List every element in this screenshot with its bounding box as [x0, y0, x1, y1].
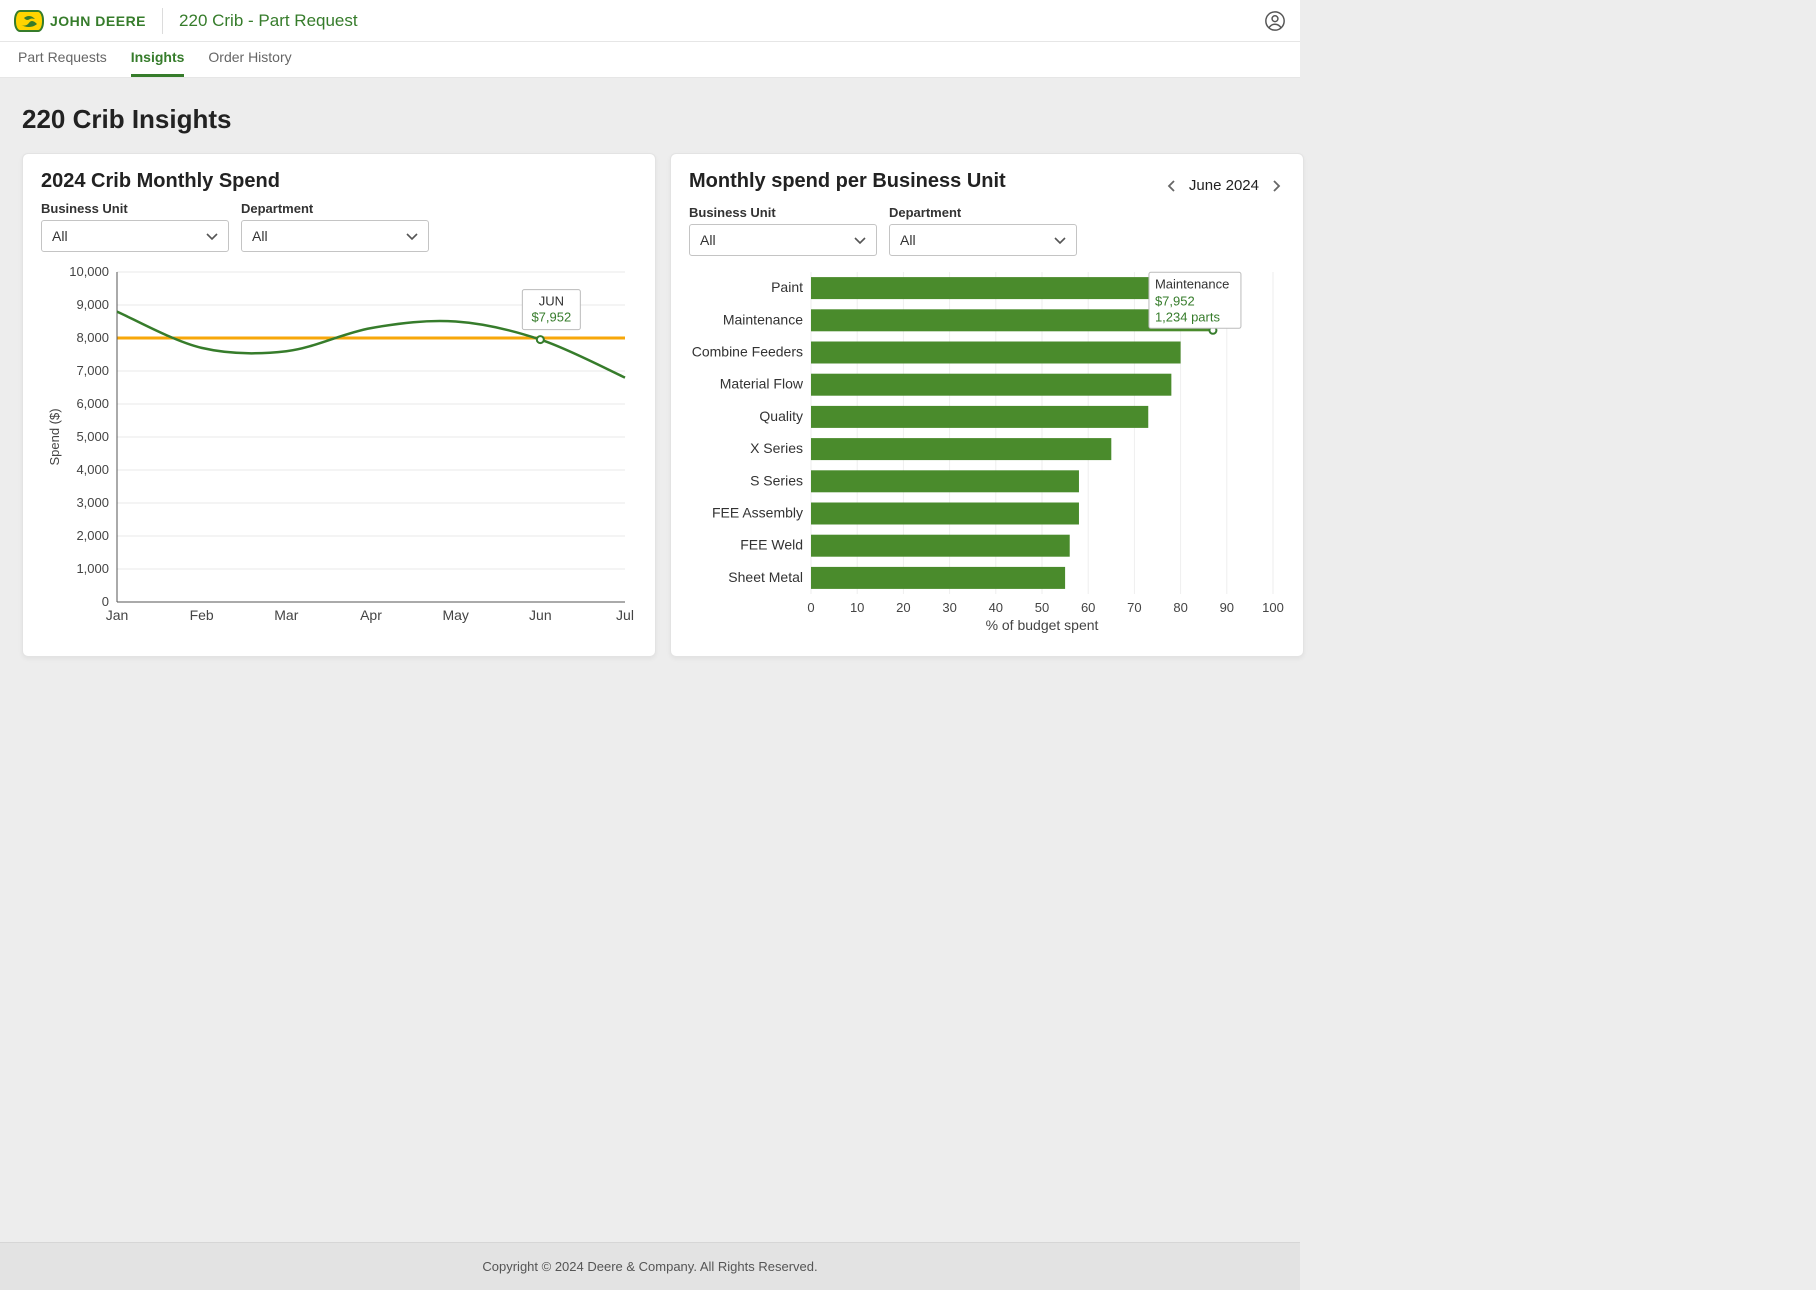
- svg-text:Combine Feeders: Combine Feeders: [692, 344, 803, 360]
- chevron-down-icon: [204, 228, 220, 244]
- svg-text:60: 60: [1081, 600, 1095, 615]
- page-title: 220 Crib Insights: [22, 104, 1278, 135]
- svg-text:5,000: 5,000: [76, 429, 109, 444]
- svg-text:3,000: 3,000: [76, 495, 109, 510]
- svg-text:10,000: 10,000: [69, 264, 109, 279]
- footer-copyright: Copyright © 2024 Deere & Company. All Ri…: [482, 1259, 817, 1274]
- svg-text:50: 50: [1035, 600, 1049, 615]
- svg-text:80: 80: [1173, 600, 1187, 615]
- brand-text: JOHN DEERE: [50, 13, 146, 29]
- svg-text:6,000: 6,000: [76, 396, 109, 411]
- svg-text:10: 10: [850, 600, 864, 615]
- spend-dept-filter: Department All: [241, 201, 429, 252]
- bu-dept-filter-select[interactable]: All: [889, 224, 1077, 256]
- svg-text:FEE Assembly: FEE Assembly: [712, 505, 803, 521]
- card-bu-spend-title: Monthly spend per Business Unit: [689, 170, 1006, 193]
- svg-text:Material Flow: Material Flow: [720, 376, 804, 392]
- bu-chart-svg: 0 10 20 30 40 50 60 70 80 90 100 % of budget spent P…: [689, 266, 1285, 636]
- bu-bu-filter-label: Business Unit: [689, 205, 877, 220]
- user-account-icon[interactable]: [1264, 10, 1286, 32]
- svg-text:Spend ($): Spend ($): [47, 408, 62, 465]
- spend-bu-filter: Business Unit All: [41, 201, 229, 252]
- spend-chart-svg: 01,0002,0003,0004,0005,0006,0007,0008,00…: [41, 262, 637, 632]
- svg-text:JUN: JUN: [539, 294, 564, 309]
- chevron-down-icon: [852, 232, 868, 248]
- svg-text:$7,952: $7,952: [1155, 293, 1195, 308]
- svg-text:Jan: Jan: [106, 607, 129, 623]
- svg-text:Maintenance: Maintenance: [723, 311, 803, 327]
- chevron-left-icon[interactable]: [1163, 177, 1181, 195]
- bu-dept-filter-label: Department: [889, 205, 1077, 220]
- bu-bu-filter-select[interactable]: All: [689, 224, 877, 256]
- spend-dept-filter-label: Department: [241, 201, 429, 216]
- app-title: 220 Crib - Part Request: [179, 11, 358, 31]
- card-bu-spend: Monthly spend per Business Unit June 202…: [670, 153, 1304, 657]
- svg-text:Jun: Jun: [529, 607, 552, 623]
- svg-text:% of budget spent: % of budget spent: [986, 617, 1099, 633]
- svg-text:X Series: X Series: [750, 440, 803, 456]
- spend-dept-filter-select[interactable]: All: [241, 220, 429, 252]
- tab-bar: Part Requests Insights Order History: [0, 42, 1300, 78]
- svg-text:1,234 parts: 1,234 parts: [1155, 309, 1221, 324]
- header-divider: [162, 8, 163, 34]
- bu-bu-filter: Business Unit All: [689, 205, 877, 256]
- svg-text:Maintenance: Maintenance: [1155, 276, 1229, 291]
- tab-order-history[interactable]: Order History: [208, 41, 291, 77]
- spend-bu-filter-select[interactable]: All: [41, 220, 229, 252]
- spend-dept-filter-value: All: [252, 228, 268, 244]
- chevron-down-icon: [1052, 232, 1068, 248]
- spend-bu-filter-value: All: [52, 228, 68, 244]
- month-selector-label: June 2024: [1189, 177, 1259, 194]
- footer: Copyright © 2024 Deere & Company. All Ri…: [0, 1242, 1300, 1290]
- svg-text:FEE Weld: FEE Weld: [740, 537, 803, 553]
- svg-text:0: 0: [807, 600, 814, 615]
- spend-bu-filter-label: Business Unit: [41, 201, 229, 216]
- bu-bu-filter-value: All: [700, 232, 716, 248]
- bu-dept-filter: Department All: [889, 205, 1077, 256]
- svg-text:Quality: Quality: [759, 408, 803, 424]
- chevron-down-icon: [404, 228, 420, 244]
- svg-text:Mar: Mar: [274, 607, 298, 623]
- spend-chart: 01,0002,0003,0004,0005,0006,0007,0008,00…: [41, 262, 637, 632]
- cards-row: 2024 Crib Monthly Spend Business Unit Al…: [22, 153, 1278, 657]
- svg-text:20: 20: [896, 600, 910, 615]
- deer-icon: [14, 10, 44, 32]
- svg-text:$7,952: $7,952: [531, 310, 571, 325]
- svg-text:7,000: 7,000: [76, 363, 109, 378]
- card-monthly-spend-title: 2024 Crib Monthly Spend: [41, 170, 637, 193]
- tab-part-requests[interactable]: Part Requests: [18, 41, 107, 77]
- svg-text:S Series: S Series: [750, 472, 803, 488]
- svg-text:100: 100: [1262, 600, 1284, 615]
- month-selector: June 2024: [1163, 177, 1285, 195]
- brand-logo: JOHN DEERE: [14, 10, 146, 32]
- svg-text:1,000: 1,000: [76, 561, 109, 576]
- svg-text:2,000: 2,000: [76, 528, 109, 543]
- svg-text:Apr: Apr: [360, 607, 382, 623]
- svg-text:Paint: Paint: [771, 279, 803, 295]
- svg-text:8,000: 8,000: [76, 330, 109, 345]
- page: 220 Crib Insights 2024 Crib Monthly Spen…: [0, 78, 1300, 1242]
- svg-text:70: 70: [1127, 600, 1141, 615]
- svg-text:Jul: Jul: [616, 607, 634, 623]
- chevron-right-icon[interactable]: [1267, 177, 1285, 195]
- svg-text:Sheet Metal: Sheet Metal: [728, 569, 803, 585]
- svg-text:30: 30: [942, 600, 956, 615]
- svg-text:90: 90: [1220, 600, 1234, 615]
- bu-dept-filter-value: All: [900, 232, 916, 248]
- svg-text:4,000: 4,000: [76, 462, 109, 477]
- svg-text:May: May: [442, 607, 468, 623]
- spend-filters: Business Unit All Department All: [41, 201, 637, 252]
- svg-text:9,000: 9,000: [76, 297, 109, 312]
- bu-chart: 0 10 20 30 40 50 60 70 80 90 100 % of budget spent P…: [689, 266, 1285, 636]
- svg-text:40: 40: [989, 600, 1003, 615]
- svg-text:Feb: Feb: [190, 607, 214, 623]
- top-bar: JOHN DEERE 220 Crib - Part Request: [0, 0, 1300, 42]
- tab-insights[interactable]: Insights: [131, 41, 185, 77]
- bu-filters: Business Unit All Department All: [689, 205, 1285, 256]
- card-monthly-spend: 2024 Crib Monthly Spend Business Unit Al…: [22, 153, 656, 657]
